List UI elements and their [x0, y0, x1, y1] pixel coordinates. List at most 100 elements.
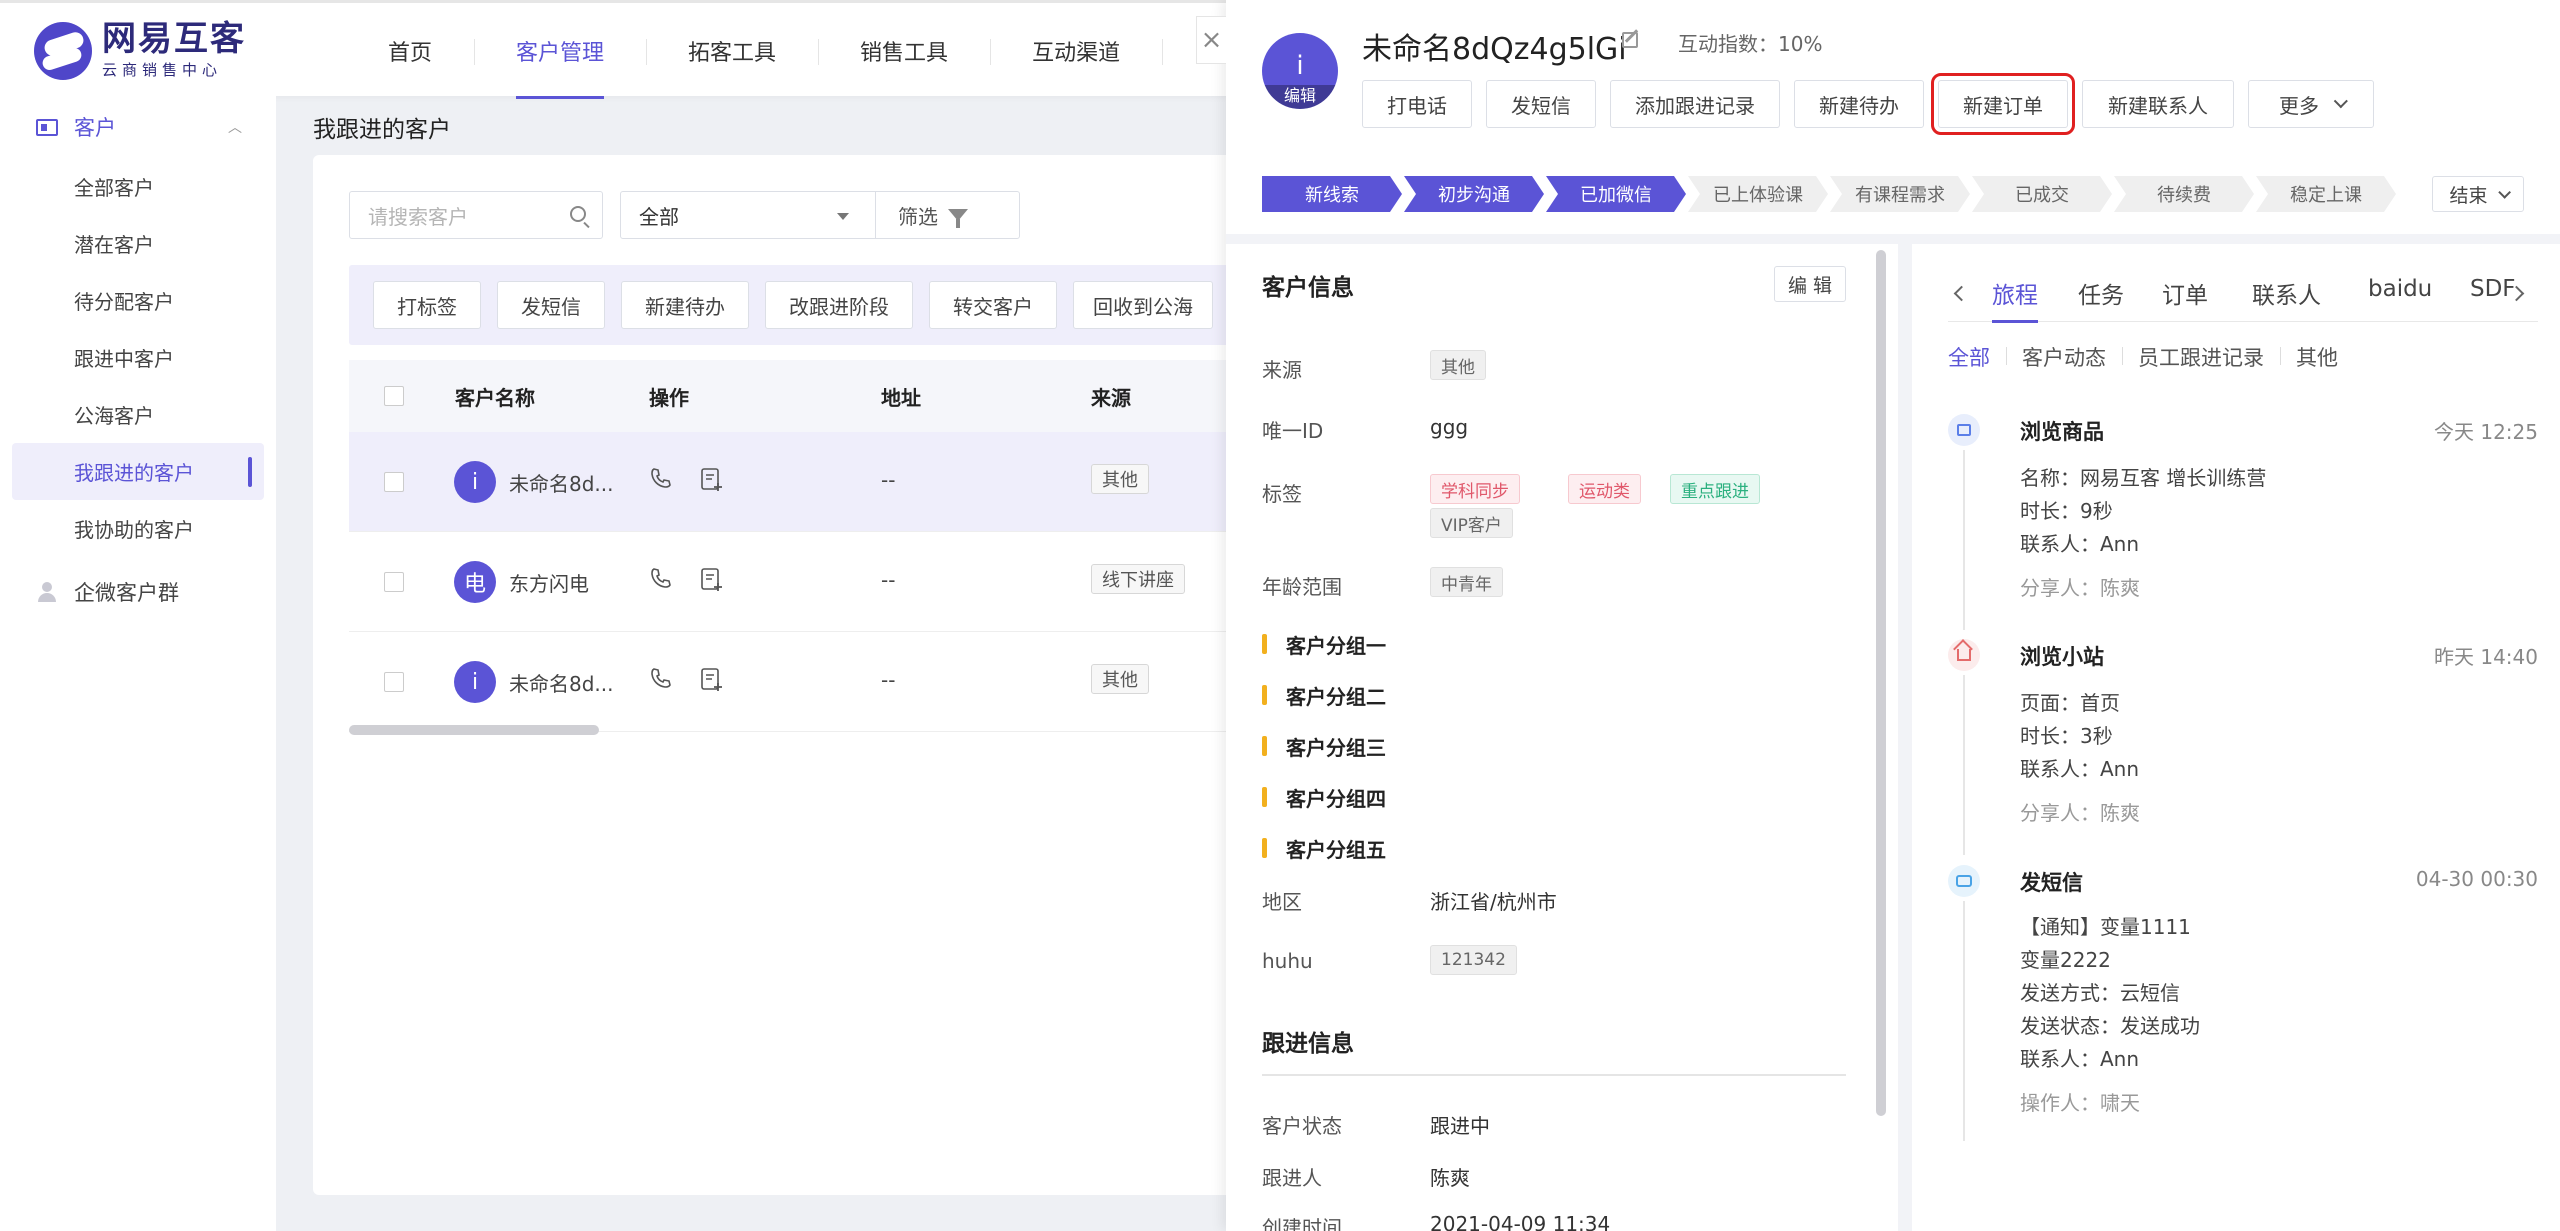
row-checkbox[interactable]: [384, 672, 404, 692]
avatar[interactable]: i 编辑: [1262, 33, 1338, 109]
info-vertical-scrollbar[interactable]: [1876, 250, 1886, 1116]
sidebar-item-my-assisted[interactable]: 我协助的客户: [0, 500, 276, 557]
timeline-operator: 操作人：啸天: [2020, 1091, 2140, 1115]
user-icon: [36, 581, 58, 603]
sidebar-item-unassigned-customers[interactable]: 待分配客户: [0, 272, 276, 329]
tab-journey[interactable]: 旅程: [1992, 276, 2038, 323]
recycle-to-pool-button[interactable]: 回收到公海: [1073, 281, 1213, 329]
table-row[interactable]: 电 东方闪电 -- 线下讲座: [349, 532, 1313, 632]
stage-stable-attendance[interactable]: 稳定上课: [2256, 176, 2396, 212]
row-checkbox[interactable]: [384, 572, 404, 592]
sidebar-group-wecom-groups[interactable]: 企微客户群: [0, 561, 276, 623]
stage-course-demand[interactable]: 有课程需求: [1830, 176, 1970, 212]
timeline-title: 发短信: [2020, 871, 2083, 895]
created-value: 2021-04-09 11:34: [1430, 1212, 1611, 1231]
more-button[interactable]: 更多: [2248, 80, 2374, 128]
sidebar-item-my-followed[interactable]: 我跟进的客户: [12, 443, 264, 500]
nav-sales-tools[interactable]: 销售工具: [818, 3, 990, 99]
table-row[interactable]: i 未命名8d... -- 其他: [349, 632, 1313, 732]
customer-name[interactable]: 未命名8d...: [509, 468, 614, 497]
stage-trial-class[interactable]: 已上体验课: [1688, 176, 1828, 212]
change-stage-button[interactable]: 改跟进阶段: [765, 281, 913, 329]
batch-action-toolbar: 打标签 发短信 新建待办 改跟进阶段 转交客户 回收到公海: [349, 265, 1349, 345]
add-follow-record-button[interactable]: 添加跟进记录: [1610, 80, 1780, 128]
table-row[interactable]: i 未命名8d... -- 其他: [349, 432, 1313, 532]
send-sms-button[interactable]: 发短信: [1486, 80, 1596, 128]
stage-closed-deal[interactable]: 已成交: [1972, 176, 2112, 212]
avatar: 电: [454, 561, 496, 603]
timeline-connector: [1963, 675, 1965, 855]
subtab-all[interactable]: 全部: [1948, 342, 2006, 372]
tab-orders[interactable]: 订单: [2162, 276, 2208, 310]
owner-value: 陈爽: [1430, 1166, 1470, 1190]
send-sms-button[interactable]: 发短信: [497, 281, 605, 329]
timeline-detail: 时长：9秒: [2020, 499, 2113, 523]
search-icon[interactable]: [570, 206, 586, 222]
search-input[interactable]: 请搜索客户: [349, 191, 603, 239]
avatar-edit-label[interactable]: 编辑: [1262, 85, 1338, 109]
end-stage-select[interactable]: 结束: [2432, 176, 2524, 212]
nav-home[interactable]: 首页: [346, 3, 474, 99]
timeline-detail: 发送状态：发送成功: [2020, 1014, 2200, 1038]
customer-name[interactable]: 未命名8d...: [509, 668, 614, 697]
new-order-button[interactable]: 新建订单: [1931, 73, 2075, 135]
sidebar-item-following-customers[interactable]: 跟进中客户: [0, 329, 276, 386]
customer-group-item[interactable]: 客户分组二: [1262, 681, 1386, 710]
field-label-owner: 跟进人: [1262, 1166, 1322, 1190]
customer-group-item[interactable]: 客户分组四: [1262, 783, 1386, 812]
row-checkbox[interactable]: [384, 472, 404, 492]
transfer-customer-button[interactable]: 转交客户: [929, 281, 1057, 329]
brand-name: 网易互客: [102, 19, 246, 59]
customer-group-item[interactable]: 客户分组一: [1262, 630, 1386, 659]
close-icon[interactable]: ×: [1196, 16, 1226, 64]
subtab-staff-records[interactable]: 员工跟进记录: [2122, 342, 2280, 372]
phone-icon[interactable]: [649, 666, 673, 695]
end-stage-label: 结束: [2449, 184, 2488, 207]
new-todo-button[interactable]: 新建待办: [1794, 80, 1924, 128]
tab-contacts[interactable]: 联系人: [2252, 276, 2321, 310]
sidebar: 客户 ︿ 全部客户 潜在客户 待分配客户 跟进中客户 公海客户 我跟进的客户 我…: [0, 96, 276, 1231]
table-horizontal-scrollbar[interactable]: [349, 725, 599, 735]
phone-icon[interactable]: [649, 466, 673, 495]
sidebar-item-public-pool[interactable]: 公海客户: [0, 386, 276, 443]
tab-sdf[interactable]: SDF: [2470, 276, 2516, 302]
nav-prospecting-tools[interactable]: 拓客工具: [646, 3, 818, 99]
customer-group-item[interactable]: 客户分组三: [1262, 732, 1386, 761]
scope-select[interactable]: 全部: [621, 192, 876, 238]
customer-group-item[interactable]: 客户分组五: [1262, 834, 1386, 863]
add-note-icon[interactable]: [699, 666, 725, 697]
add-note-icon[interactable]: [699, 566, 725, 597]
nav-customer-management[interactable]: 客户管理: [474, 3, 646, 99]
customer-name[interactable]: 东方闪电: [509, 568, 589, 597]
select-all-checkbox[interactable]: [384, 386, 404, 406]
sidebar-item-all-customers[interactable]: 全部客户: [0, 158, 276, 215]
subtab-other[interactable]: 其他: [2280, 342, 2354, 372]
sidebar-item-potential-customers[interactable]: 潜在客户: [0, 215, 276, 272]
sidebar-group-customers[interactable]: 客户 ︿: [0, 96, 276, 158]
filter-button[interactable]: 筛选: [876, 201, 968, 230]
stage-new-lead[interactable]: 新线索: [1262, 176, 1402, 212]
tab-baidu[interactable]: baidu: [2368, 276, 2432, 302]
timeline-detail: 名称：网易互客 增长训练营: [2020, 466, 2267, 490]
subtab-customer-activity[interactable]: 客户动态: [2006, 342, 2122, 372]
tag-chip: 重点跟进: [1670, 474, 1760, 504]
stage-initial-contact[interactable]: 初步沟通: [1404, 176, 1544, 212]
chevron-left-icon[interactable]: [1953, 285, 1970, 302]
stage-pending-renewal[interactable]: 待续费: [2114, 176, 2254, 212]
new-contact-button[interactable]: 新建联系人: [2082, 80, 2234, 128]
tag-button[interactable]: 打标签: [373, 281, 481, 329]
journey-tabs: 旅程 任务 订单 联系人 baidu SDF: [1948, 262, 2538, 323]
call-button[interactable]: 打电话: [1362, 80, 1472, 128]
more-label: 更多: [2279, 93, 2319, 118]
follow-info-title: 跟进信息: [1262, 1031, 1354, 1057]
nav-interaction-channels[interactable]: 互动渠道: [990, 3, 1162, 99]
tab-tasks[interactable]: 任务: [2078, 276, 2124, 310]
new-todo-button[interactable]: 新建待办: [621, 281, 749, 329]
stage-wechat-added[interactable]: 已加微信: [1546, 176, 1686, 212]
brand-logo[interactable]: 网易互客 云商销售中心: [34, 21, 246, 80]
add-note-icon[interactable]: [699, 466, 725, 497]
phone-icon[interactable]: [649, 566, 673, 595]
edit-icon[interactable]: [1622, 32, 1638, 48]
edit-info-button[interactable]: 编 辑: [1774, 266, 1846, 302]
column-customer-name: 客户名称: [455, 385, 535, 410]
